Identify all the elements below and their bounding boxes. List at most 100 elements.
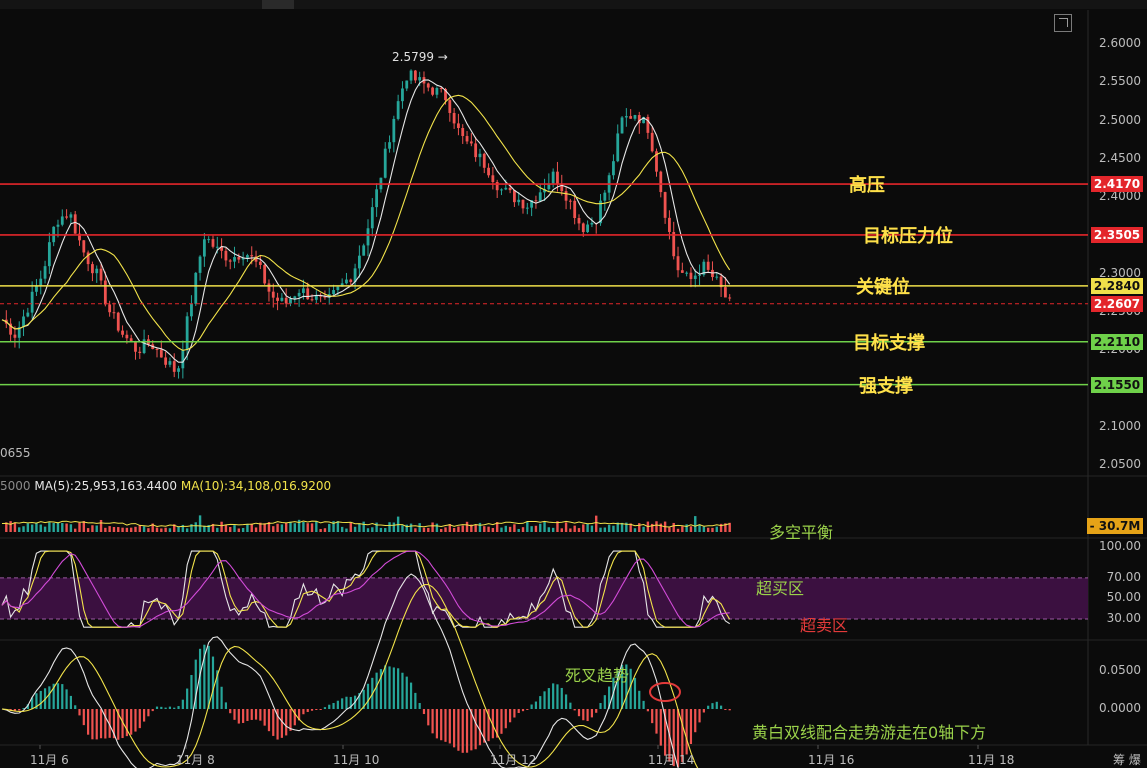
candle-body [237,257,241,260]
candle-body [663,192,667,218]
level-price-tag: 2.2840 [1091,277,1143,294]
macd-histogram-bar [18,709,21,711]
macd-histogram-bar [405,676,408,709]
candle-body [612,161,615,176]
candle-body [310,299,314,301]
macd-histogram-bar [392,667,395,709]
candle-body [577,218,581,224]
volume-bar [315,521,318,532]
candle-body [478,153,482,158]
level-label: 目标支撑 [853,332,925,354]
volume-bar [310,523,314,532]
candle-body [65,216,68,218]
macd-histogram-bar [659,709,662,746]
volume-bar [444,527,447,532]
x-tick-label: 11月 6 [30,753,69,767]
candle-body [202,239,206,257]
macd-histogram-bar [190,675,193,709]
candle-body [405,80,409,89]
candle-body [194,272,198,304]
volume-bar [263,523,266,532]
volume-bar [99,519,103,532]
candle-body [258,261,262,265]
macd-histogram-bar [87,709,90,735]
candle-body [590,222,594,225]
candle-body [482,153,486,168]
volume-bar [491,528,495,532]
candle-body [297,292,301,297]
price-tick-label: 2.0500 [1099,457,1141,471]
volume-bar [9,521,12,532]
volume-bar [323,528,327,532]
candle-body [551,171,555,184]
candle-body [302,288,305,293]
candle-body [134,341,137,352]
candle-body [693,275,697,280]
volume-bar [74,528,77,532]
candle-body [650,132,654,152]
volume-bar [457,526,460,532]
candle-body [276,297,279,301]
volume-bar [414,528,417,532]
candle-body [426,83,430,88]
macd-histogram-bar [78,709,81,716]
volume-bar [435,523,439,532]
candle-body [314,295,318,300]
macd-histogram-bar [655,709,658,734]
macd-histogram-bar [422,709,426,715]
candle-body [306,288,310,300]
volume-annotation: 多空平衡 [769,523,834,542]
macd-histogram-bar [220,686,223,709]
macd-histogram-bar [582,709,585,721]
corner-text: 筹 爆 [1113,753,1141,767]
volume-bar [603,527,607,532]
volume-bar [125,527,129,532]
candle-body [624,116,628,118]
current-price-tag: 2.2607 [1091,295,1143,312]
volume-bar [43,526,47,532]
macd-histogram-bar [82,709,85,726]
macd-histogram-bar [427,709,430,726]
macd-histogram-bar [431,709,434,734]
candle-body [168,361,172,365]
volume-bar [694,516,697,532]
macd-histogram-bar [302,709,305,715]
macd-trend-label: 黄白双线配合走势游走在0轴下方 [752,723,987,742]
volume-bar [26,523,30,532]
macd-histogram-bar [595,709,598,713]
volume-bar [676,528,680,532]
candle-body [383,148,387,178]
candle-body [362,245,366,256]
candle-body [26,312,30,317]
macd-histogram-bar [642,700,645,709]
candle-body [125,334,129,339]
volume-bar [384,528,387,532]
volume-bar [86,528,90,532]
volume-bar [371,527,374,532]
volume-bar [52,522,55,532]
volume-bar [56,522,60,532]
candle-body [517,199,521,203]
macd-histogram-bar [547,688,550,709]
candle-body [99,268,103,281]
volume-bar [302,522,305,532]
macd-histogram-bar [263,709,266,726]
overbought-label: 超买区 [756,579,805,598]
candle-body [392,118,396,143]
macd-histogram-bar [130,709,133,735]
macd-histogram-bar [440,709,443,741]
volume-bar [194,522,197,532]
macd-histogram-bar [310,709,314,711]
volume-bar [147,528,150,532]
candle-body [568,200,572,202]
macd-histogram-bar [336,700,339,709]
candle-body [461,128,465,137]
volume-bar [711,527,714,532]
volume-bar [95,525,98,532]
candle-body [388,142,391,149]
macd-histogram-bar [211,656,215,709]
volume-bar [138,525,141,532]
macd-histogram-bar [173,707,176,709]
candle-body [504,187,508,190]
candle-body [207,239,211,241]
